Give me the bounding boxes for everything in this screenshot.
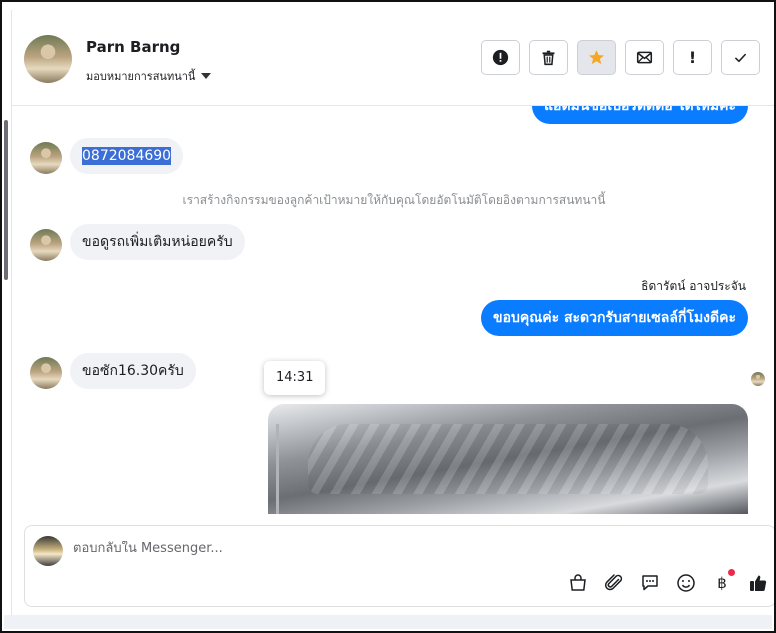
photo-detail [308, 424, 708, 494]
follow-up-button[interactable]: ! [673, 40, 712, 75]
scrollbar[interactable] [4, 120, 8, 280]
exclamation-icon: ! [688, 48, 697, 67]
mark-spam-button[interactable] [481, 40, 520, 75]
message-text: แอดมินขอเบอร์ติดต่อ ได้ไหมคะ [544, 106, 736, 114]
caret-down-icon [201, 73, 212, 79]
agent-name: ธิดารัตน์ อาจประจัน [641, 279, 746, 293]
system-note: เราสร้างกิจกรรมของลูกค้าเป้าหมายให้กับคุ… [182, 193, 606, 207]
seen-avatar [751, 372, 765, 386]
shopping-bag-icon [570, 574, 586, 591]
paperclip-icon [604, 574, 623, 591]
mark-unread-button[interactable] [625, 40, 664, 75]
alert-circle-icon [492, 49, 509, 66]
messenger-window: Parn Barng มอบหมายการสนทนานี้ ! แอดมินขอ… [0, 0, 776, 633]
smiley-icon [677, 574, 695, 592]
conversation-header: Parn Barng มอบหมายการสนทนานี้ ! [12, 10, 774, 106]
thumbs-up-icon [750, 575, 767, 592]
reply-input[interactable] [73, 541, 473, 556]
baht-icon: ฿ [717, 574, 727, 592]
emoji-button[interactable] [675, 572, 697, 594]
trash-icon [542, 50, 555, 66]
star-icon [589, 50, 604, 65]
page-avatar [33, 536, 63, 566]
timestamp-tooltip: 14:31 [264, 361, 326, 395]
message-outgoing[interactable]: แอดมินขอเบอร์ติดต่อ ได้ไหมคะ [532, 106, 748, 124]
message-text: ขอดูรถเพิ่มเติมหน่อยครับ [82, 234, 233, 250]
assign-label: มอบหมายการสนทนานี้ [86, 70, 196, 83]
message-incoming[interactable]: ขอซัก16.30ครับ [70, 353, 196, 389]
contact-avatar[interactable] [30, 142, 62, 174]
contact-name[interactable]: Parn Barng [86, 38, 180, 56]
attach-button[interactable] [603, 572, 625, 594]
notification-dot [728, 569, 735, 576]
image-attachment[interactable] [268, 404, 748, 514]
assign-conversation-dropdown[interactable]: มอบหมายการสนทนานี้ [86, 67, 212, 85]
delete-button[interactable] [529, 40, 568, 75]
contact-avatar[interactable] [30, 357, 62, 389]
message-text: ขอบคุณค่ะ สะดวกรับสายเซลล์กี่โมงดีคะ [493, 310, 736, 326]
payment-button[interactable]: ฿ [711, 569, 735, 594]
message-list[interactable]: แอดมินขอเบอร์ติดต่อ ได้ไหมคะ 0872084690 … [12, 106, 774, 514]
contact-avatar[interactable] [24, 35, 72, 83]
photo-detail [276, 424, 279, 514]
message-incoming[interactable]: ขอดูรถเพิ่มเติมหน่อยครับ [70, 224, 245, 260]
message-outgoing[interactable]: ขอบคุณค่ะ สะดวกรับสายเซลล์กี่โมงดีคะ [481, 300, 748, 336]
header-toolbar: ! [481, 40, 760, 75]
star-button[interactable] [577, 40, 616, 75]
message-text: ขอซัก16.30ครับ [82, 363, 184, 379]
like-button[interactable] [747, 572, 769, 594]
check-icon [734, 53, 747, 63]
contact-avatar[interactable] [30, 229, 62, 261]
composer-toolbar: ฿ [567, 569, 769, 594]
shop-button[interactable] [567, 572, 589, 594]
mark-done-button[interactable] [721, 40, 760, 75]
saved-replies-button[interactable] [639, 572, 661, 594]
footer-strip [4, 615, 772, 629]
chat-bubble-icon [642, 575, 658, 591]
reply-composer: ฿ [24, 525, 774, 607]
envelope-icon [636, 51, 653, 64]
phone-number[interactable]: 0872084690 [82, 147, 172, 165]
message-incoming[interactable]: 0872084690 [70, 138, 184, 174]
